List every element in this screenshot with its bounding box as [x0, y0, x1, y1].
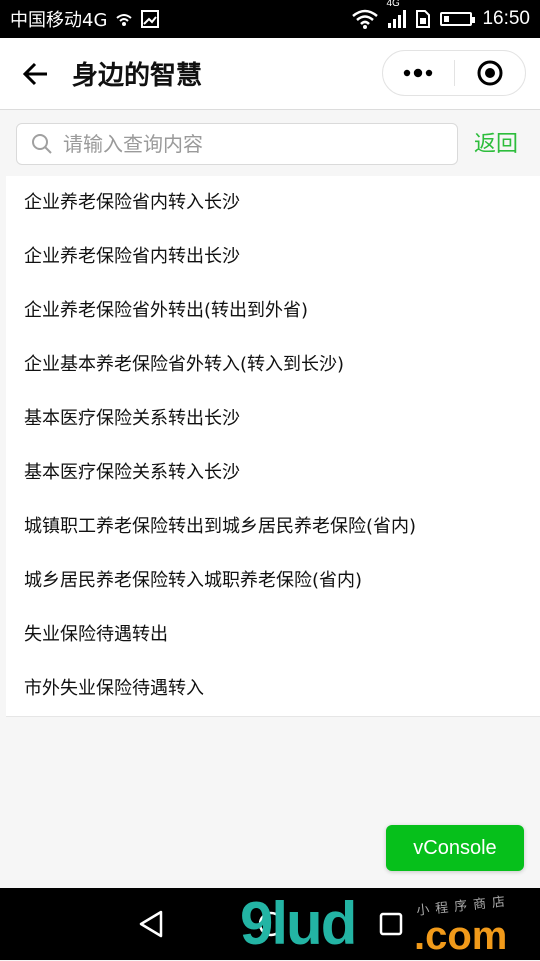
wifi-icon	[352, 9, 379, 29]
status-bar: 中国移动4G 4G 16:50	[0, 0, 540, 38]
carrier-label: 中国移动4G	[10, 10, 108, 31]
signal-icon	[388, 10, 407, 28]
result-list: 企业养老保险省内转入长沙 企业养老保险省内转出长沙 企业养老保险省外转出(转出到…	[6, 176, 540, 717]
nav-back-button[interactable]	[136, 909, 166, 939]
sim-icon	[416, 10, 431, 28]
network-badge: 4G	[386, 0, 400, 9]
mini-program-capsule	[382, 50, 526, 96]
list-item[interactable]: 失业保险待遇转出	[6, 608, 540, 662]
list-item[interactable]: 城乡居民养老保险转入城职养老保险(省内)	[6, 554, 540, 608]
list-item[interactable]: 基本医疗保险关系转出长沙	[6, 392, 540, 446]
more-button[interactable]	[383, 51, 454, 95]
title-bar: 身边的智慧	[0, 38, 540, 110]
arrow-left-icon	[22, 62, 47, 85]
search-icon	[31, 133, 53, 155]
search-box[interactable]	[16, 123, 458, 165]
list-item[interactable]: 市外失业保险待遇转入	[6, 662, 540, 716]
search-row: 返回	[0, 110, 540, 176]
list-item[interactable]: 企业养老保险省外转出(转出到外省)	[6, 284, 540, 338]
list-item[interactable]: 企业基本养老保险省外转入(转入到长沙)	[6, 338, 540, 392]
list-item[interactable]: 企业养老保险省内转出长沙	[6, 230, 540, 284]
wifi-small-icon	[116, 14, 133, 26]
return-button[interactable]: 返回	[474, 126, 518, 158]
watermark-brand: 9lud	[240, 890, 357, 957]
list-item[interactable]: 城镇职工养老保险转出到城乡居民养老保险(省内)	[6, 500, 540, 554]
battery-icon	[440, 12, 476, 26]
watermark: 9lud 小程序商店 .com	[240, 890, 540, 960]
back-button[interactable]	[0, 38, 72, 110]
list-item[interactable]: 企业养老保险省内转入长沙	[6, 176, 540, 230]
status-left: 中国移动4G	[10, 6, 160, 32]
page-title: 身边的智慧	[72, 61, 203, 91]
watermark-domain: .com	[414, 914, 508, 958]
signal-group: 4G	[386, 0, 407, 28]
status-right: 4G 16:50	[352, 0, 530, 30]
more-dots-icon	[404, 68, 433, 78]
triangle-back-icon	[139, 910, 163, 938]
target-circle-icon	[477, 60, 503, 86]
vconsole-button[interactable]: vConsole	[386, 825, 524, 871]
search-input[interactable]	[61, 131, 457, 157]
close-button[interactable]	[455, 51, 526, 95]
clock: 16:50	[482, 8, 530, 29]
image-icon	[141, 10, 160, 28]
battery-level-fill	[444, 16, 450, 22]
list-item[interactable]: 基本医疗保险关系转入长沙	[6, 446, 540, 500]
